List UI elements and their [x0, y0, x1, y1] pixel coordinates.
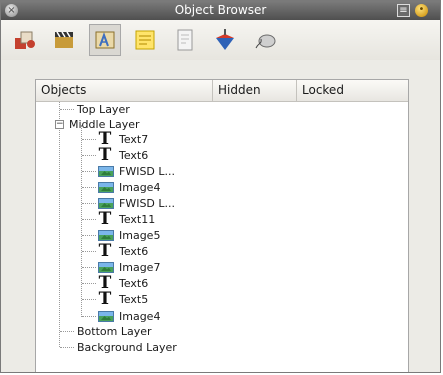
text-object-icon: T [98, 241, 112, 261]
column-hidden[interactable]: Hidden [212, 80, 296, 101]
object-browser-window: × Object Browser ≡ • Objects Hidden Lock… [0, 0, 441, 373]
image-object-icon [98, 182, 114, 193]
column-objects[interactable]: Objects [36, 80, 212, 101]
tree-item-label: Text6 [119, 245, 149, 258]
tree-item-label: Text7 [119, 133, 149, 146]
spinning-top-tool-icon[interactable] [209, 24, 241, 56]
table-header: Objects Hidden Locked [36, 80, 408, 102]
text-tool-icon[interactable] [89, 24, 121, 56]
panel-menu-icon[interactable]: ≡ [397, 4, 410, 17]
clapperboard-tool-icon[interactable] [49, 24, 81, 56]
image-object-icon [98, 311, 114, 322]
collapse-icon[interactable]: − [55, 120, 64, 129]
options-icon[interactable]: • [415, 4, 428, 17]
tree-node-label: Bottom Layer [77, 325, 152, 338]
title-bar: × Object Browser ≡ • [1, 1, 440, 20]
tree-item-label: Text6 [119, 149, 149, 162]
column-locked[interactable]: Locked [296, 80, 410, 101]
tree-item-label: Image4 [119, 310, 161, 323]
tree-item-label: Image4 [119, 181, 161, 194]
tree-item-label: Image7 [119, 261, 161, 274]
tree-item-label: Image5 [119, 229, 161, 242]
close-icon[interactable]: × [5, 4, 18, 17]
shapes-tool-icon[interactable] [9, 24, 41, 56]
tree-node-label: Background Layer [77, 341, 177, 354]
mouse-tool-icon[interactable] [249, 24, 281, 56]
toolbar [1, 20, 440, 60]
document-tool-icon[interactable] [169, 24, 201, 56]
tree-trunk-line [59, 102, 60, 347]
image-object-icon [98, 230, 114, 241]
text-object-icon: T [98, 209, 112, 229]
image-object-icon [98, 262, 114, 273]
tree-item-label: FWISD L... [119, 165, 176, 178]
notes-tool-icon[interactable] [129, 24, 161, 56]
objects-panel: Objects Hidden Locked Top Layer − Middle… [35, 79, 409, 372]
tree-item-label: Text6 [119, 277, 149, 290]
tree-branch-line [81, 125, 82, 317]
tree-item-label: FWISD L... [119, 197, 176, 210]
image-object-icon [98, 166, 114, 177]
tree-item-label: Text5 [119, 293, 149, 306]
object-tree: Top Layer − Middle Layer T Text7 T Text6… [36, 102, 408, 372]
window-title: Object Browser [174, 3, 267, 17]
text-object-icon: T [98, 289, 112, 309]
image-object-icon [98, 198, 114, 209]
text-object-icon: T [98, 145, 112, 165]
tree-node-label: Top Layer [77, 103, 130, 116]
tree-item-label: Text11 [119, 213, 156, 226]
